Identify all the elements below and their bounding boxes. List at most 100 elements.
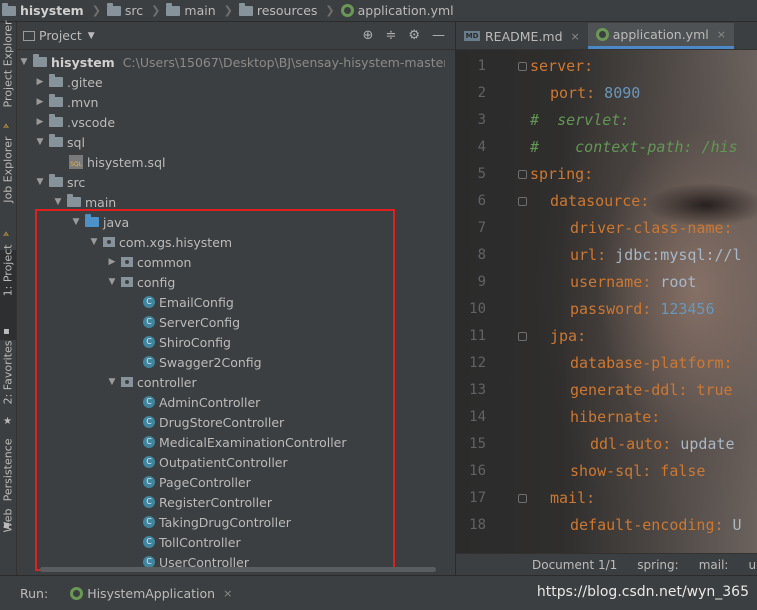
tree-item[interactable]: C Swagger2Config bbox=[143, 352, 262, 372]
code-line[interactable]: spring: bbox=[530, 165, 593, 183]
expand-arrow-icon[interactable]: ▼ bbox=[89, 237, 99, 247]
tree-item[interactable]: C PageController bbox=[143, 472, 251, 492]
code-line[interactable]: url: jdbc:mysql://l bbox=[570, 246, 742, 264]
code-line[interactable]: ddl-auto: update bbox=[590, 435, 735, 453]
close-icon[interactable]: × bbox=[571, 30, 580, 43]
tree-item[interactable]: C ShiroConfig bbox=[143, 332, 231, 352]
expand-arrow-icon[interactable]: ▼ bbox=[53, 197, 63, 207]
toolwindow-project[interactable]: 1: Project ▪ bbox=[0, 245, 16, 340]
tree-item[interactable]: C UserController bbox=[143, 552, 249, 567]
code-line[interactable]: driver-class-name: bbox=[570, 219, 733, 237]
expand-arrow-icon[interactable]: ▼ bbox=[19, 57, 29, 67]
collapsed-arrow-icon[interactable]: ▶ bbox=[35, 97, 45, 107]
close-icon[interactable]: × bbox=[717, 28, 726, 41]
tree-item[interactable]: ▼ config bbox=[107, 272, 176, 292]
tree-item[interactable]: ▶ .vscode bbox=[35, 112, 115, 132]
breadcrumb-resources[interactable]: resources bbox=[238, 2, 317, 18]
code-line[interactable]: show-sql: false bbox=[570, 462, 705, 480]
gear-icon[interactable]: ⚙ bbox=[408, 28, 420, 43]
collapse-all-icon[interactable]: ≑ bbox=[385, 28, 396, 43]
expand-arrow-icon[interactable]: ▼ bbox=[35, 137, 45, 147]
toolwindow-job-explorer[interactable]: Job Explorer ⟑ bbox=[0, 137, 16, 240]
tree-item[interactable]: ▼ src bbox=[35, 172, 85, 192]
fold-marker-icon[interactable] bbox=[518, 170, 527, 179]
project-tree: ▼ hisystem C:\Users\15067\Desktop\BJ\sen… bbox=[17, 52, 445, 567]
toolwindow-project-explorer[interactable]: Project Explorer ⟑ bbox=[0, 21, 16, 132]
tab-readme[interactable]: MD README.md × bbox=[456, 23, 588, 49]
fold-marker-icon[interactable] bbox=[518, 494, 527, 503]
code-line[interactable]: port: 8090 bbox=[550, 84, 640, 102]
tree-item[interactable]: ▶ .gitee bbox=[35, 72, 103, 92]
fold-marker-icon[interactable] bbox=[518, 332, 527, 341]
yaml-path-item[interactable]: u bbox=[748, 558, 756, 572]
yaml-path-item[interactable]: mail: bbox=[699, 558, 729, 572]
code-line[interactable]: # servlet: bbox=[530, 111, 629, 129]
breadcrumb-src[interactable]: src bbox=[106, 2, 143, 18]
tab-application-yml[interactable]: application.yml × bbox=[587, 23, 734, 49]
toolwindow-web[interactable]: Web bbox=[0, 509, 16, 575]
hide-icon[interactable]: — bbox=[432, 28, 445, 43]
expand-arrow-icon[interactable]: ▼ bbox=[35, 177, 45, 187]
line-number: 11 bbox=[469, 328, 486, 344]
fold-marker-icon[interactable] bbox=[518, 62, 527, 71]
package-icon bbox=[121, 277, 133, 287]
horizontal-scrollbar[interactable] bbox=[40, 567, 436, 572]
expand-arrow-icon[interactable]: ▼ bbox=[107, 277, 117, 287]
tree-item[interactable]: C AdminController bbox=[143, 392, 260, 412]
close-icon[interactable]: × bbox=[223, 587, 232, 600]
tree-item[interactable]: C RegisterController bbox=[143, 492, 272, 512]
fold-marker-icon[interactable] bbox=[518, 197, 527, 206]
tree-item[interactable]: SQL hisystem.sql bbox=[69, 152, 165, 172]
breadcrumb-main[interactable]: main bbox=[166, 2, 216, 18]
tree-item[interactable]: ▼ sql bbox=[35, 132, 85, 152]
tree-root-label: hisystem bbox=[51, 54, 115, 70]
tree-item[interactable]: ▼ controller bbox=[107, 372, 197, 392]
expand-arrow-icon[interactable]: ▼ bbox=[71, 217, 81, 227]
breadcrumb-hisystem[interactable]: hisystem bbox=[2, 2, 84, 18]
expand-arrow-icon[interactable]: ▼ bbox=[107, 377, 117, 387]
code-line[interactable]: password: 123456 bbox=[570, 300, 715, 318]
tree-item[interactable]: ▶ common bbox=[107, 252, 192, 272]
run-config-tab[interactable]: HisystemApplication × bbox=[70, 586, 232, 601]
tree-root[interactable]: ▼ hisystem C:\Users\15067\Desktop\BJ\sen… bbox=[19, 52, 445, 72]
tree-item[interactable]: ▼ com.xgs.hisystem bbox=[89, 232, 233, 252]
code-line[interactable]: hibernate: bbox=[570, 408, 660, 426]
tree-item[interactable]: C TakingDrugController bbox=[143, 512, 291, 532]
tree-item[interactable]: C EmailConfig bbox=[143, 292, 234, 312]
breadcrumb-application-yml[interactable]: application.yml bbox=[340, 3, 454, 18]
yaml-path-item[interactable]: spring: bbox=[637, 558, 678, 572]
code-line[interactable]: # context-path: /his bbox=[530, 138, 738, 156]
yaml-key: hibernate: bbox=[570, 408, 661, 426]
code-line[interactable]: database-platform: bbox=[570, 354, 733, 372]
code-line[interactable]: generate-ddl: true bbox=[570, 381, 733, 399]
collapsed-arrow-icon[interactable]: ▶ bbox=[35, 117, 45, 127]
line-number: 16 bbox=[469, 463, 486, 479]
locate-icon[interactable]: ⊕ bbox=[363, 28, 374, 43]
tree-item[interactable]: ▼ main bbox=[53, 192, 116, 212]
tree-item[interactable]: C TollController bbox=[143, 532, 241, 552]
tree-item[interactable]: C MedicalExaminationController bbox=[143, 432, 347, 452]
tree-item[interactable]: ▼ java bbox=[71, 212, 129, 232]
yaml-value: true bbox=[687, 381, 733, 399]
code-line[interactable]: mail: bbox=[550, 489, 595, 507]
document-indicator[interactable]: Document 1/1 bbox=[532, 558, 617, 572]
toolwindow-favorites[interactable]: 2: Favorites ★ bbox=[0, 341, 16, 434]
code-line[interactable]: jpa: bbox=[550, 327, 586, 345]
collapsed-arrow-icon[interactable]: ▶ bbox=[107, 257, 117, 267]
tree-item[interactable]: C OutpatientController bbox=[143, 452, 288, 472]
code-line[interactable]: username: root bbox=[570, 273, 696, 291]
tree-item[interactable]: ▶ .mvn bbox=[35, 92, 98, 112]
chevron-right-icon: ❯ bbox=[151, 4, 161, 17]
code-line[interactable]: datasource: bbox=[550, 192, 649, 210]
tree-item[interactable]: C DrugStoreController bbox=[143, 412, 284, 432]
tree-item[interactable]: C ServerConfig bbox=[143, 312, 240, 332]
collapsed-arrow-icon[interactable]: ▶ bbox=[35, 77, 45, 87]
tree-item-label: Swagger2Config bbox=[159, 354, 262, 370]
folder-icon bbox=[2, 2, 16, 16]
breadcrumb-label: main bbox=[184, 3, 216, 18]
code-line[interactable]: default-encoding: U bbox=[570, 516, 742, 534]
chevron-down-icon[interactable]: ▼ bbox=[88, 31, 95, 41]
project-view-selector[interactable]: Project bbox=[39, 28, 82, 43]
line-number: 14 bbox=[469, 409, 486, 425]
code-line[interactable]: server: bbox=[530, 57, 593, 75]
